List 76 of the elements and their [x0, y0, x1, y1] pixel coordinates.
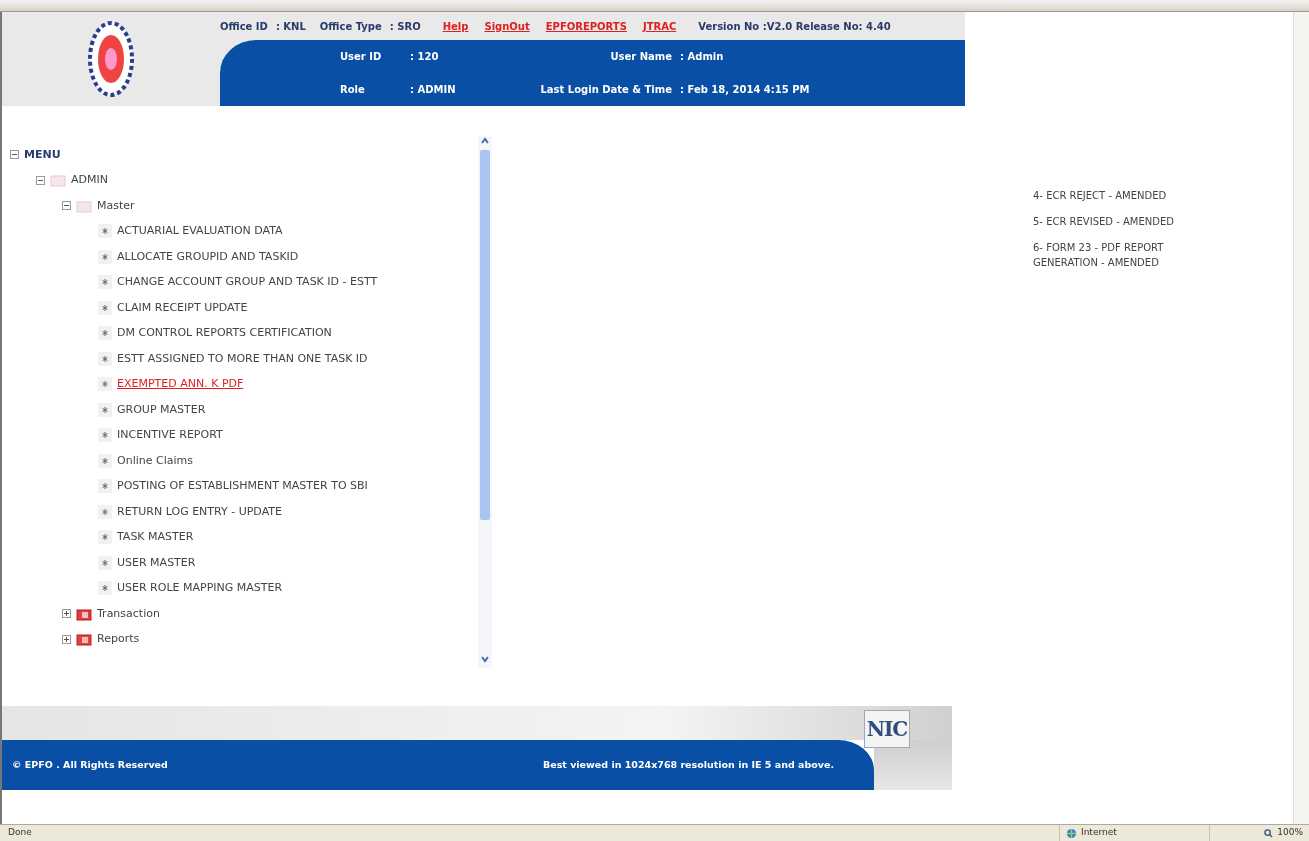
browser-note: Best viewed in 1024x768 resolution in IE 5 and above. [543, 757, 834, 772]
header-link[interactable]: JTRAC [642, 18, 677, 34]
bullet-icon [98, 453, 112, 468]
expand-icon[interactable] [62, 609, 71, 619]
menu-link[interactable]: ESTT ASSIGNED TO MORE THAN ONE TASK ID [117, 350, 368, 367]
bullet-icon [98, 581, 112, 596]
collapse-icon[interactable] [10, 150, 19, 160]
field-label: User Name [609, 50, 673, 64]
field-value: : ADMIN [410, 83, 457, 97]
field-value: : Feb 18, 2014 4:15 PM [680, 83, 811, 97]
field-value: : SRO [389, 19, 421, 34]
menu-link[interactable]: CHANGE ACCOUNT GROUP AND TASK ID - ESTT [117, 274, 378, 291]
menu-link[interactable]: POSTING OF ESTABLISHMENT MASTER TO SBI [117, 478, 368, 495]
field-value: : KNL [275, 19, 306, 34]
bullet-icon [98, 479, 112, 494]
menu-link[interactable]: ACTUARIAL EVALUATION DATA [117, 223, 283, 240]
bullet-icon [98, 326, 112, 341]
field-label: User ID [340, 50, 383, 64]
menu-link[interactable]: GROUP MASTER [117, 401, 206, 418]
menu-title[interactable]: MENU [24, 146, 61, 163]
bullet-icon [98, 504, 112, 519]
scroll-up-icon[interactable] [480, 136, 490, 146]
menu-folder[interactable]: Master [97, 197, 135, 214]
bullet-icon [98, 555, 112, 570]
globe-icon [1066, 827, 1077, 839]
news-item: 4- ECR REJECT - AMENDED [1033, 189, 1168, 203]
zone-text: Internet [1081, 826, 1117, 840]
news-item: 5- ECR REVISED - AMENDED [1033, 215, 1175, 229]
bullet-icon [98, 402, 112, 417]
bullet-icon [98, 530, 112, 545]
bullet-icon [98, 275, 112, 290]
menu-link[interactable]: USER MASTER [117, 554, 196, 571]
zoom-level[interactable]: 100% [1277, 826, 1303, 840]
menu-link[interactable]: USER ROLE MAPPING MASTER [117, 580, 283, 597]
menu-link[interactable]: INCENTIVE REPORT [117, 427, 223, 444]
bullet-icon [98, 351, 112, 366]
status-text: Done [7, 826, 33, 840]
zoom-icon[interactable] [1264, 828, 1274, 838]
field-value: : 120 [410, 50, 440, 64]
folder-icon [50, 173, 66, 188]
nic-logo: NIC [864, 710, 910, 748]
page-scrollbar[interactable] [1293, 12, 1309, 824]
menu-folder[interactable]: Transaction [97, 605, 160, 622]
folder-icon [76, 632, 92, 647]
scroll-down-icon[interactable] [480, 654, 490, 664]
header-link[interactable]: SignOut [484, 18, 530, 34]
collapse-icon[interactable] [36, 175, 45, 185]
field-label: Office Type [319, 19, 382, 34]
menu-link[interactable]: DM CONTROL REPORTS CERTIFICATION [117, 325, 332, 342]
bullet-icon [98, 300, 112, 315]
menu-link[interactable]: EXEMPTED ANN. K PDF [117, 376, 244, 393]
bullet-icon [98, 377, 112, 392]
header-link[interactable]: EPFOREPORTS [545, 18, 627, 34]
menu-link[interactable]: ALLOCATE GROUPID AND TASKID [117, 248, 299, 265]
bullet-icon [98, 224, 112, 239]
menu-link[interactable]: CLAIM RECEIPT UPDATE [117, 299, 248, 316]
field-label: Last Login Date & Time [539, 83, 673, 97]
header-link[interactable]: Help [442, 18, 469, 34]
menu-scrollbar[interactable] [478, 136, 492, 668]
bullet-icon [98, 249, 112, 264]
expand-icon[interactable] [62, 634, 71, 644]
menu-link[interactable]: TASK MASTER [117, 529, 194, 546]
menu-link[interactable]: RETURN LOG ENTRY - UPDATE [117, 503, 282, 520]
menu-folder[interactable]: ADMIN [71, 172, 108, 189]
bullet-icon [98, 428, 112, 443]
news-item: 6- FORM 23 - PDF REPORT GENERATION - AMENDED [1033, 241, 1165, 270]
field-label: Office ID [220, 19, 268, 34]
folder-icon [76, 198, 92, 213]
menu-link[interactable]: Online Claims [117, 452, 193, 469]
field-value: : Admin [680, 50, 725, 64]
collapse-icon[interactable] [62, 201, 71, 211]
version-text: Version No :V2.0 Release No: 4.40 [698, 19, 891, 34]
folder-icon [76, 606, 92, 621]
field-label: Role [340, 83, 366, 97]
copyright-text: © EPFO . All Rights Reserved [12, 757, 168, 772]
menu-folder[interactable]: Reports [97, 631, 140, 648]
